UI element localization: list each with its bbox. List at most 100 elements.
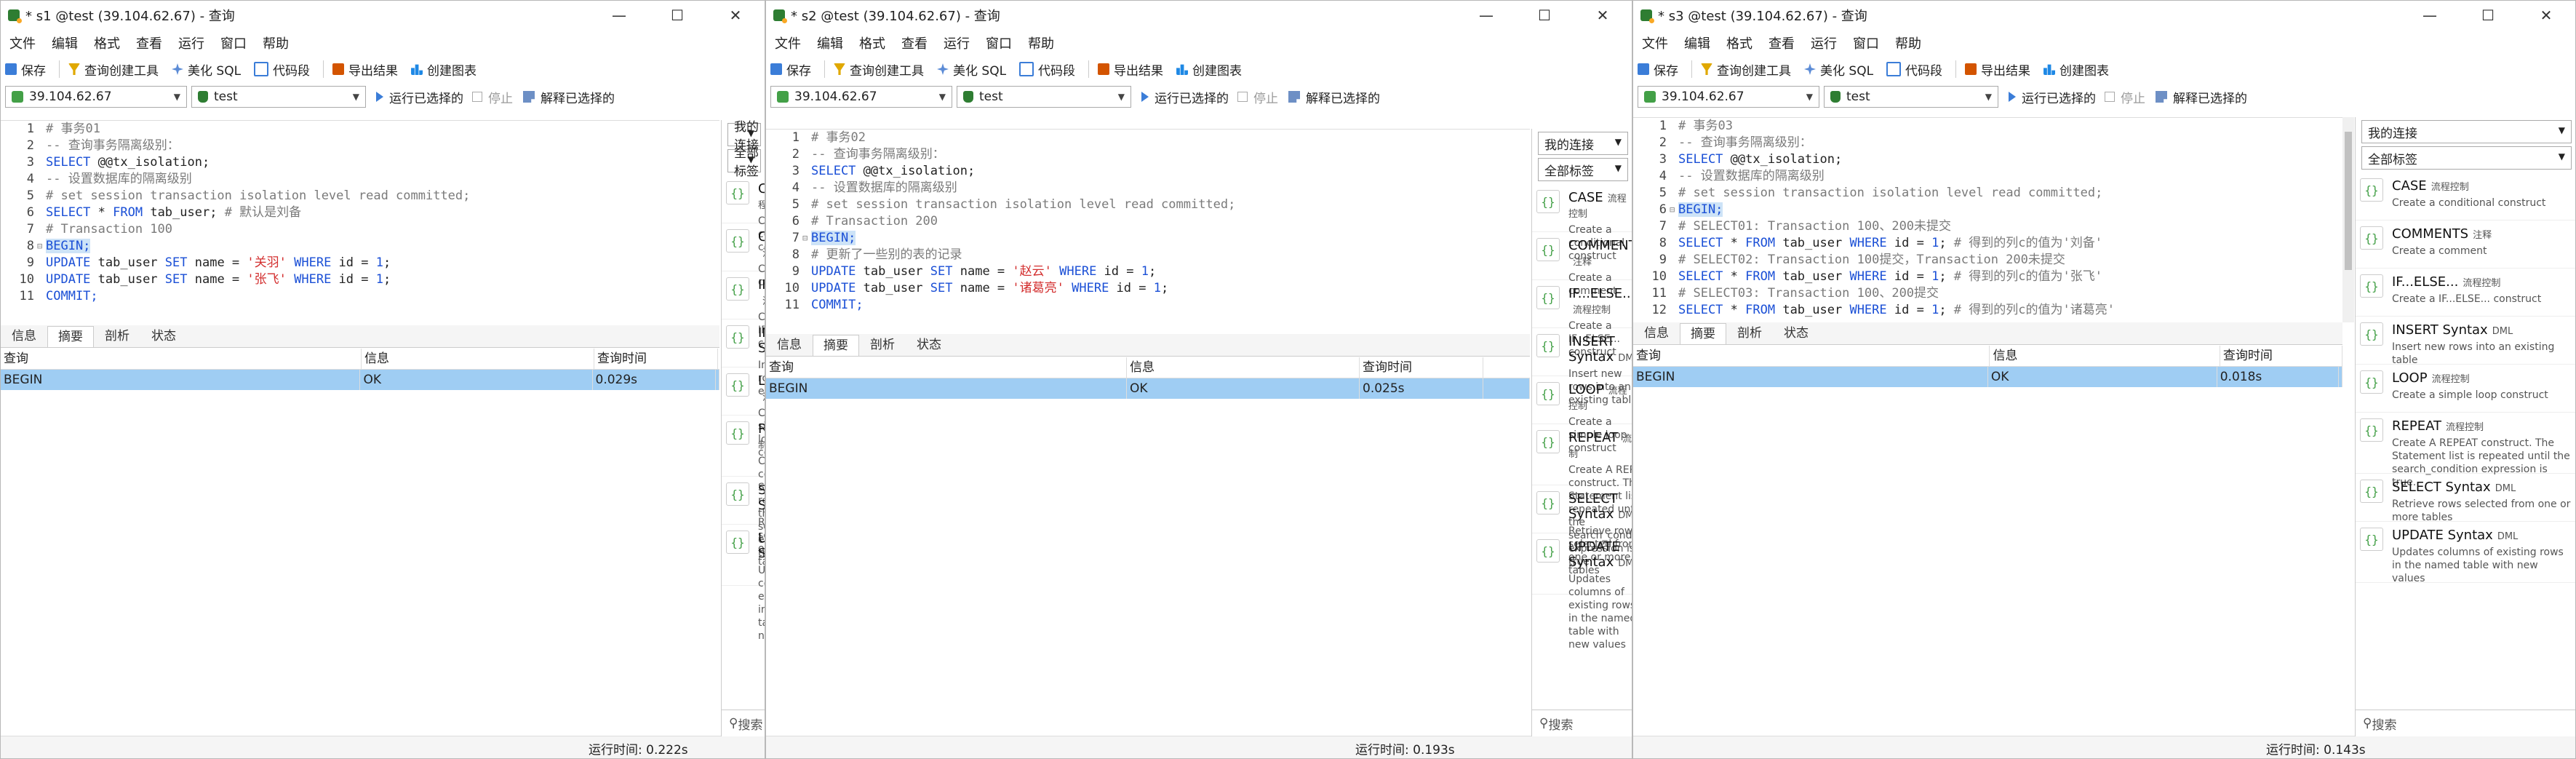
menu-item[interactable]: 格式 [859, 33, 885, 52]
menu-item[interactable]: 格式 [94, 33, 120, 52]
sql-editor[interactable]: 1 # 事务01 2 -- 查询事务隔离级别： 3 SELECT @@tx_isolati… [1, 120, 719, 326]
snippet-item[interactable]: {}INSERT SyntaxDMLInsert new rows into a… [1532, 328, 1632, 406]
menu-item[interactable]: 文件 [9, 33, 36, 52]
menu-item[interactable]: 运行 [178, 33, 204, 52]
connection-filter-select[interactable]: 我的连接 ▼ [2361, 120, 2572, 143]
fold-marker[interactable]: ⊟ [37, 238, 46, 255]
database-select[interactable]: test ▼ [1824, 86, 1998, 108]
snippet-search[interactable]: ⚲ 搜索 [1532, 710, 1632, 736]
snippet-item[interactable]: {}SELECT SyntaxDMLRetrieve rows selected… [1532, 485, 1632, 576]
tab-status[interactable]: 状态 [906, 334, 952, 356]
sql-editor[interactable]: 1 # 事务03 2 -- 查询事务隔离级别： 3 SELECT @@tx_isolati… [1633, 117, 2342, 323]
menu-item[interactable]: 运行 [1811, 33, 1837, 52]
beautify-sql-button[interactable]: 美化 SQL [1804, 60, 1873, 79]
menu-item[interactable]: 编辑 [817, 33, 843, 52]
snippet-button[interactable]: 代码段 [1886, 60, 1942, 79]
snippet-button[interactable]: 代码段 [1019, 60, 1075, 79]
menu-item[interactable]: 编辑 [1684, 33, 1710, 52]
snippet-item[interactable]: {} IF...ELSE...流程控制Create a IF...ELSE... … [722, 271, 765, 349]
menu-item[interactable]: 编辑 [52, 33, 78, 52]
snippet-item[interactable]: {}UPDATE SyntaxDMLUpdates columns of exi… [2356, 522, 2575, 584]
snippet-item[interactable]: {}SELECT SyntaxDMLRetrieve rows selected… [2356, 474, 2575, 523]
menu-item[interactable]: 运行 [944, 33, 970, 52]
snippet-item[interactable]: {}CASE流程控制Create a conditional construct [2356, 172, 2575, 220]
menu-item[interactable]: 查看 [901, 33, 928, 52]
tag-filter-select[interactable]: 全部标签 ▼ [727, 146, 761, 179]
column-header[interactable]: 查询时间 [2220, 346, 2342, 366]
run-selected-button[interactable]: 运行已选择的 [1141, 88, 1229, 106]
snippet-item[interactable]: {}INSERT SyntaxDMLInsert new rows into a… [2356, 317, 2575, 366]
database-select[interactable]: test ▼ [191, 86, 366, 108]
connection-select[interactable]: 39.104.62.67 ▼ [1638, 86, 1819, 108]
query-builder-button[interactable]: 查询创建工具 [68, 60, 159, 79]
connection-select[interactable]: 39.104.62.67 ▼ [5, 86, 187, 108]
snippet-item[interactable]: {}COMMENTS注释Create a comment [722, 223, 765, 288]
run-selected-button[interactable]: 运行已选择的 [376, 88, 463, 106]
stop-button[interactable]: 停止 [472, 88, 513, 106]
close-icon[interactable]: ✕ [2517, 1, 2575, 30]
maximize-icon[interactable]: ☐ [1515, 1, 1574, 30]
menu-item[interactable]: 窗口 [1853, 33, 1879, 52]
snippet-item[interactable]: {}LOOP流程控制Create a simple loop construct [2356, 365, 2575, 413]
tab-info[interactable]: 信息 [1, 325, 47, 347]
table-row[interactable]: BEGIN OK 0.029s [1, 370, 719, 390]
export-result-button[interactable]: 导出结果 [332, 60, 398, 79]
column-header[interactable]: 信息 [362, 349, 594, 369]
tab-profile[interactable]: 剖析 [859, 334, 906, 356]
snippet-button[interactable]: 代码段 [254, 60, 310, 79]
database-select[interactable]: test ▼ [957, 86, 1131, 108]
tag-filter-select[interactable]: 全部标签 ▼ [1538, 158, 1628, 181]
tab-status[interactable]: 状态 [1773, 322, 1819, 344]
snippet-item[interactable]: {}LOOP流程控制Create a simple loop construct [722, 367, 765, 458]
query-builder-button[interactable]: 查询创建工具 [1701, 60, 1791, 79]
create-chart-button[interactable]: 创建图表 [411, 60, 476, 79]
tab-profile[interactable]: 剖析 [1726, 322, 1773, 344]
menu-item[interactable]: 查看 [1768, 33, 1795, 52]
menu-item[interactable]: 帮助 [1028, 33, 1054, 52]
menu-item[interactable]: 帮助 [1895, 33, 1921, 52]
snippet-item[interactable]: {} REPEAT流程控制Create A REPEAT construct. T… [722, 416, 765, 559]
column-header[interactable]: 查询 [1633, 346, 1990, 366]
menu-item[interactable]: 帮助 [263, 33, 289, 52]
table-row[interactable]: BEGIN OK 0.025s [766, 378, 1530, 399]
snippet-item[interactable]: {}SELECT SyntaxDMLRetrieve rows selected… [722, 477, 765, 568]
snippet-item[interactable]: {} REPEAT流程控制Create A REPEAT construct. T… [1532, 424, 1632, 568]
close-icon[interactable]: ✕ [1574, 1, 1632, 30]
snippet-search[interactable]: ⚲ 搜索 [722, 710, 765, 736]
run-selected-button[interactable]: 运行已选择的 [2009, 88, 2096, 106]
tab-summary[interactable]: 摘要 [813, 335, 859, 356]
export-result-button[interactable]: 导出结果 [1965, 60, 2030, 79]
snippet-search[interactable]: ⚲ 搜索 [2356, 710, 2575, 736]
explain-selected-button[interactable]: 解释已选择的 [2156, 88, 2247, 106]
column-header[interactable]: 查询 [766, 357, 1127, 378]
close-icon[interactable]: ✕ [706, 1, 765, 30]
snippet-item[interactable]: {}CASE流程控制Create a conditional construct [722, 175, 765, 253]
stop-button[interactable]: 停止 [2105, 88, 2145, 106]
menu-item[interactable]: 查看 [136, 33, 162, 52]
menu-item[interactable]: 文件 [775, 33, 801, 52]
menu-item[interactable]: 文件 [1642, 33, 1668, 52]
snippet-item[interactable]: {}UPDATE SyntaxDMLUpdates columns of exi… [1532, 533, 1632, 651]
maximize-icon[interactable]: ☐ [2459, 1, 2517, 30]
table-row[interactable]: BEGIN OK 0.018s [1633, 367, 2342, 387]
scrollbar-thumb[interactable] [2345, 132, 2352, 270]
create-chart-button[interactable]: 创建图表 [1176, 60, 1242, 79]
beautify-sql-button[interactable]: 美化 SQL [937, 60, 1006, 79]
connection-filter-select[interactable]: 我的连接 ▼ [1538, 132, 1628, 155]
menu-item[interactable]: 窗口 [986, 33, 1012, 52]
snippet-item[interactable]: {}LOOP流程控制Create a simple loop construct [1532, 376, 1632, 454]
tab-summary[interactable]: 摘要 [1680, 323, 1726, 344]
column-header[interactable]: 信息 [1990, 346, 2220, 366]
snippet-item[interactable]: {}CASE流程控制Create a conditional construct [1532, 184, 1632, 262]
connection-select[interactable]: 39.104.62.67 ▼ [770, 86, 952, 108]
snippet-item[interactable]: {}COMMENTS注释Create a comment [1532, 232, 1632, 297]
minimize-icon[interactable]: — [590, 1, 648, 30]
query-builder-button[interactable]: 查询创建工具 [834, 60, 924, 79]
fold-marker[interactable]: ⊟ [1670, 202, 1678, 218]
maximize-icon[interactable]: ☐ [648, 1, 706, 30]
tab-profile[interactable]: 剖析 [94, 325, 140, 347]
save-button[interactable]: 保存 [5, 60, 46, 79]
menu-item[interactable]: 窗口 [220, 33, 247, 52]
tab-status[interactable]: 状态 [140, 325, 187, 347]
editor-scrollbar[interactable] [2342, 117, 2354, 322]
